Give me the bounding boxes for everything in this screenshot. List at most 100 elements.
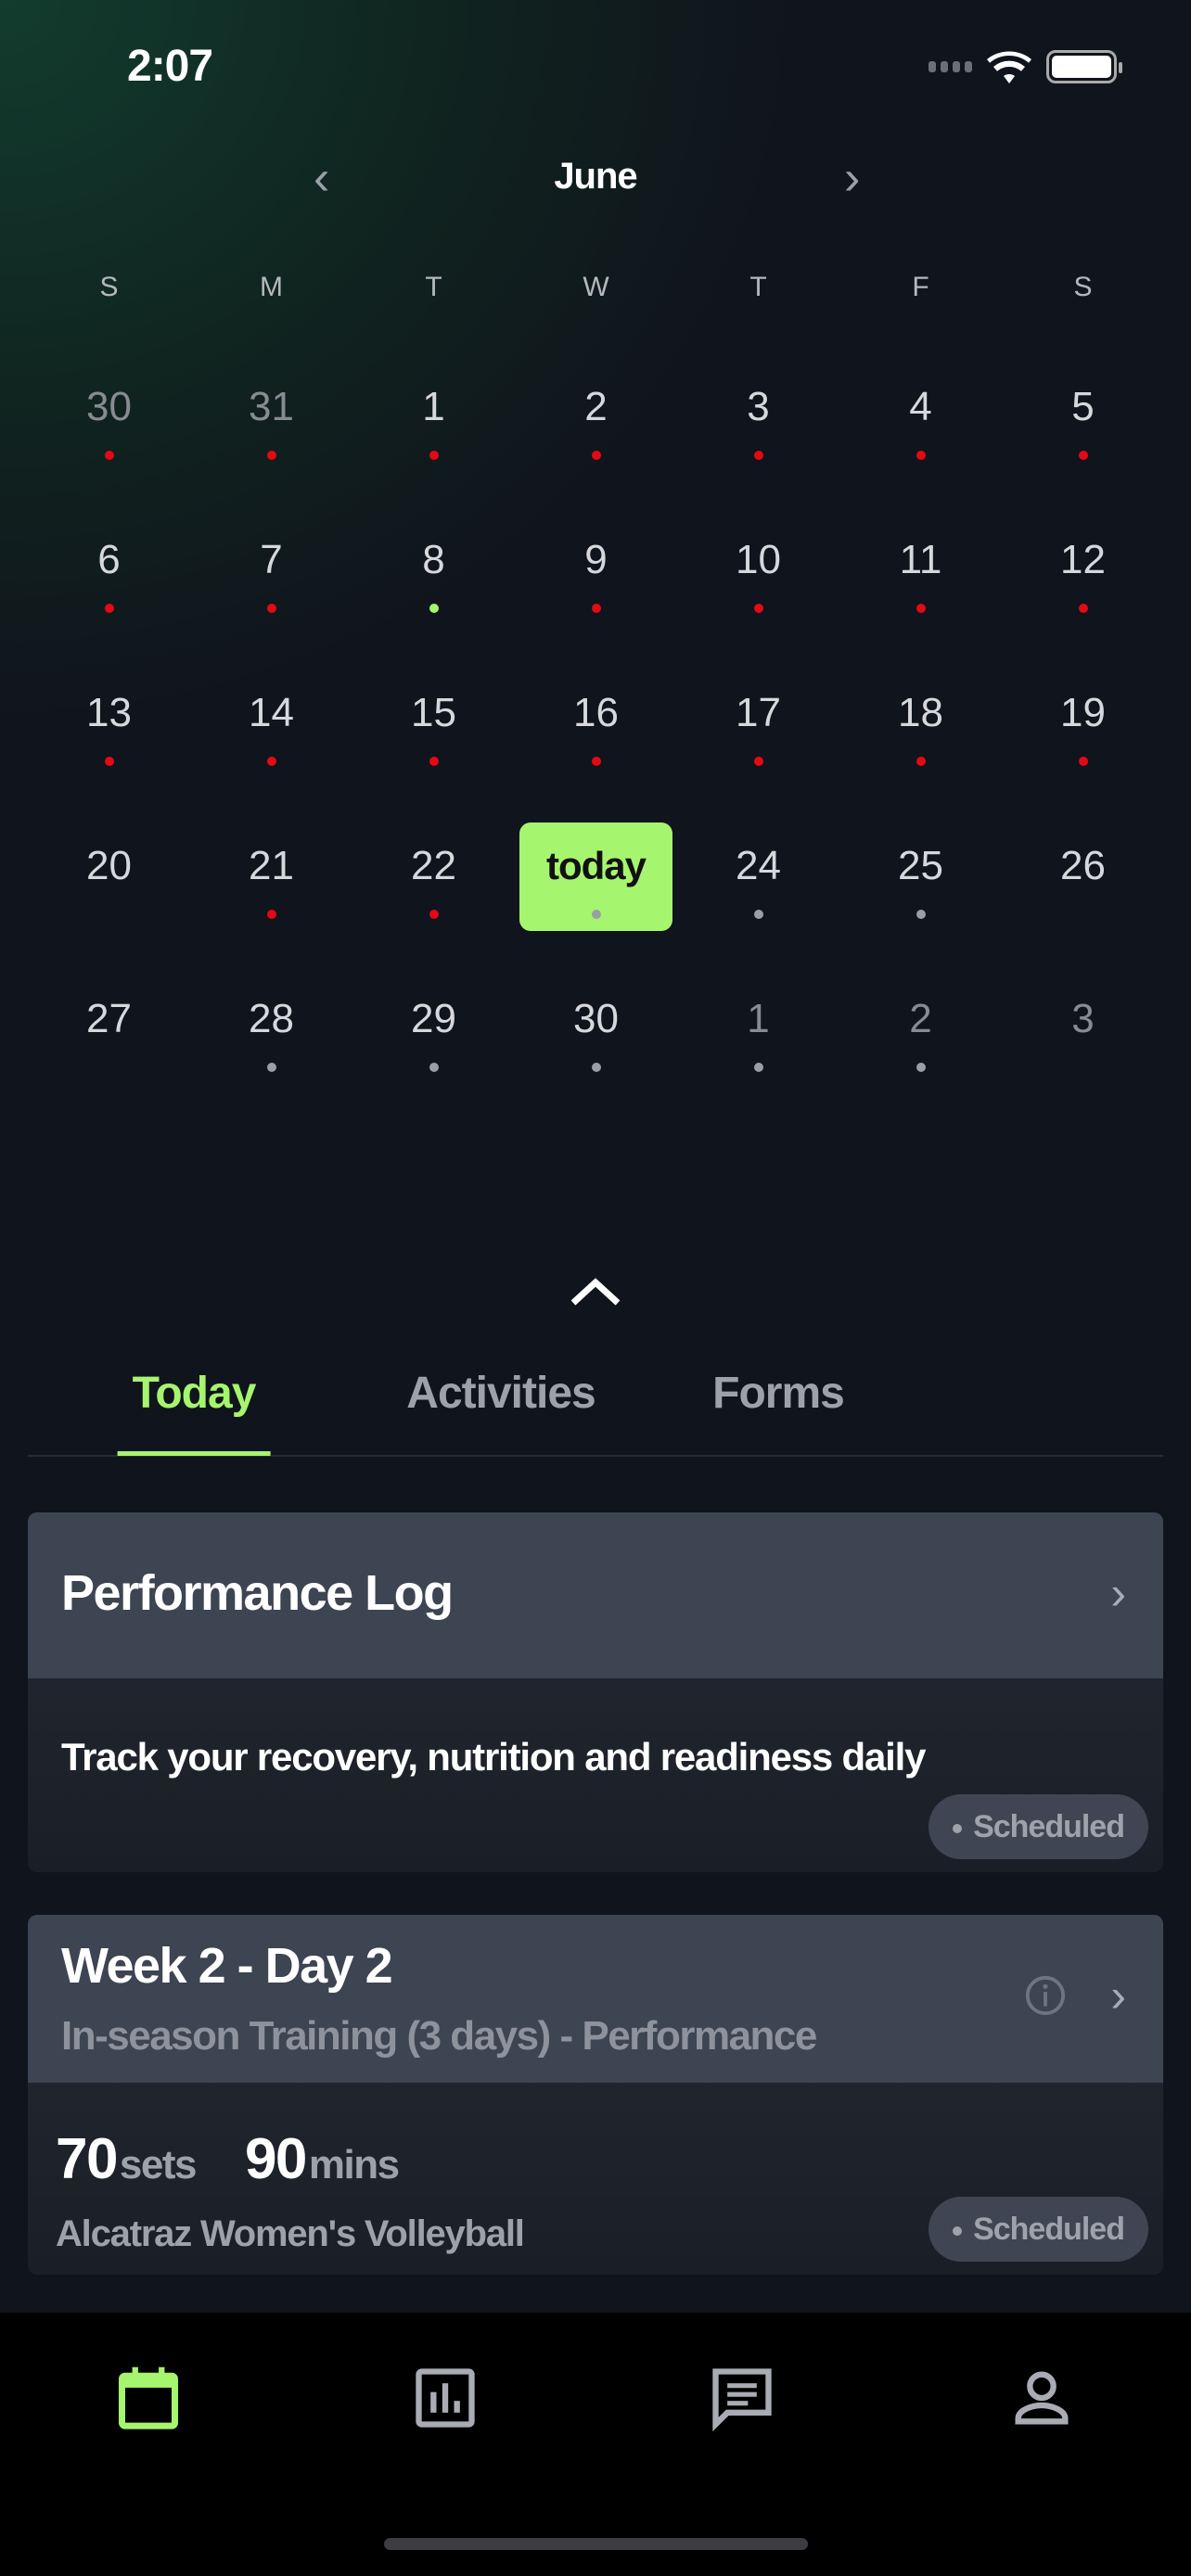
workout-card[interactable]: Week 2 - Day 2 In-season Training (3 day…	[28, 1915, 1163, 2275]
calendar-day[interactable]: 30	[515, 996, 677, 1149]
day-number: 11	[899, 537, 942, 582]
day-number: 19	[1060, 690, 1106, 735]
day-number: 20	[86, 843, 132, 888]
info-icon[interactable]	[1024, 1974, 1067, 2017]
event-dot-gray	[753, 1063, 763, 1072]
calendar-day-today[interactable]: today	[515, 823, 677, 996]
calendar-day[interactable]: 4	[839, 384, 1002, 537]
weekday-label: F	[912, 272, 929, 302]
calendar-day[interactable]: 14	[190, 690, 352, 843]
day-number: 9	[584, 537, 608, 582]
day-number: 14	[249, 690, 294, 735]
calendar-week: 20 21 22 today 24 25 26	[28, 823, 1164, 996]
calendar-day[interactable]: 26	[1002, 843, 1164, 996]
calendar-day[interactable]: 2	[839, 996, 1002, 1149]
status-icons	[928, 48, 1122, 85]
calendar-day[interactable]: 11	[839, 537, 1002, 690]
calendar-day[interactable]: 1	[352, 384, 515, 537]
team-name: Alcatraz Women's Volleyball	[56, 2213, 525, 2254]
event-dot-red	[591, 451, 601, 460]
bottom-nav	[0, 2313, 1191, 2576]
calendar-day[interactable]: 3	[1002, 996, 1164, 1149]
bar-chart-icon[interactable]	[410, 2363, 480, 2433]
day-number: 29	[411, 996, 456, 1041]
calendar-day[interactable]: 28	[190, 996, 352, 1149]
event-dot-red	[266, 604, 276, 613]
event-dot-red	[591, 604, 601, 613]
calendar-week: 27 28 29 30 1 2 3	[28, 996, 1164, 1149]
weekday-label: T	[425, 272, 442, 302]
event-dot-red	[753, 757, 763, 766]
event-dot-red	[1078, 604, 1088, 613]
calendar-day[interactable]: 31	[190, 384, 352, 537]
calendar-day[interactable]: 8	[352, 537, 515, 690]
sets-value: 70	[56, 2127, 118, 2191]
calendar-week: 6 7 8 9 10 11 12	[28, 537, 1164, 690]
day-number: 2	[584, 384, 608, 429]
event-dot-red	[916, 757, 926, 766]
mins-value: 90	[244, 2127, 307, 2191]
day-number: 16	[573, 690, 619, 735]
calendar-day[interactable]: 6	[28, 537, 190, 690]
event-dot-red	[916, 604, 926, 613]
calendar-day[interactable]: 12	[1002, 537, 1164, 690]
calendar-day[interactable]: 25	[839, 843, 1002, 996]
event-dot-red	[753, 451, 763, 460]
day-number: 15	[411, 690, 456, 735]
calendar-day[interactable]: 22	[352, 843, 515, 996]
day-number: 22	[411, 843, 456, 888]
event-dot-red	[429, 451, 439, 460]
calendar-day[interactable]: 13	[28, 690, 190, 843]
calendar-day[interactable]: 18	[839, 690, 1002, 843]
day-number: 10	[736, 537, 781, 582]
calendar-week: 30 31 1 2 3 4 5	[28, 384, 1164, 537]
day-number: 18	[898, 690, 943, 735]
card-title: Performance Log	[61, 1565, 454, 1621]
day-number: 24	[736, 843, 781, 888]
calendar-day[interactable]: 2	[515, 384, 677, 537]
day-number: 1	[747, 996, 770, 1041]
calendar-day[interactable]: 21	[190, 843, 352, 996]
tab-forms[interactable]: Forms	[712, 1368, 845, 1419]
wifi-icon	[987, 51, 1031, 83]
calendar-day[interactable]: 9	[515, 537, 677, 690]
calendar-day[interactable]: 15	[352, 690, 515, 843]
weekday-label: S	[1073, 272, 1093, 302]
performance-log-card[interactable]: Performance Log › Track your recovery, n…	[28, 1512, 1163, 1872]
status-time: 2:07	[127, 42, 213, 91]
calendar-day[interactable]: 20	[28, 843, 190, 996]
weekday-label: W	[583, 272, 609, 302]
calendar-day[interactable]: 29	[352, 996, 515, 1149]
day-number: 21	[249, 843, 294, 888]
day-number: 30	[573, 996, 619, 1041]
home-indicator[interactable]	[384, 2538, 808, 2550]
event-dot-red	[429, 910, 439, 919]
tab-today[interactable]: Today	[117, 1368, 271, 1456]
calendar-icon[interactable]	[113, 2363, 184, 2433]
calendar-day[interactable]: 27	[28, 996, 190, 1149]
calendar-day[interactable]: 17	[677, 690, 839, 843]
collapse-chevron-up-icon[interactable]	[568, 1275, 623, 1308]
event-dot-red	[591, 757, 601, 766]
calendar-day[interactable]: 30	[28, 384, 190, 537]
calendar-day[interactable]: 24	[677, 843, 839, 996]
calendar-day[interactable]: 3	[677, 384, 839, 537]
calendar-day[interactable]: 19	[1002, 690, 1164, 843]
chat-icon[interactable]	[707, 2363, 777, 2433]
calendar-day[interactable]: 10	[677, 537, 839, 690]
day-number: 30	[86, 384, 132, 429]
weekday-label: S	[99, 272, 119, 302]
day-number: 17	[736, 690, 781, 735]
calendar-day[interactable]: 16	[515, 690, 677, 843]
profile-icon[interactable]	[1006, 2363, 1077, 2433]
event-dot-red	[1078, 451, 1088, 460]
day-number: today	[545, 844, 647, 887]
tab-activities[interactable]: Activities	[406, 1368, 596, 1419]
event-dot-red	[266, 910, 276, 919]
event-dot-gray	[916, 910, 926, 919]
calendar-day[interactable]: 7	[190, 537, 352, 690]
calendar-day[interactable]: 1	[677, 996, 839, 1149]
next-month-button[interactable]: ›	[844, 154, 860, 202]
calendar-day[interactable]: 5	[1002, 384, 1164, 537]
sets-unit: sets	[119, 2142, 198, 2187]
